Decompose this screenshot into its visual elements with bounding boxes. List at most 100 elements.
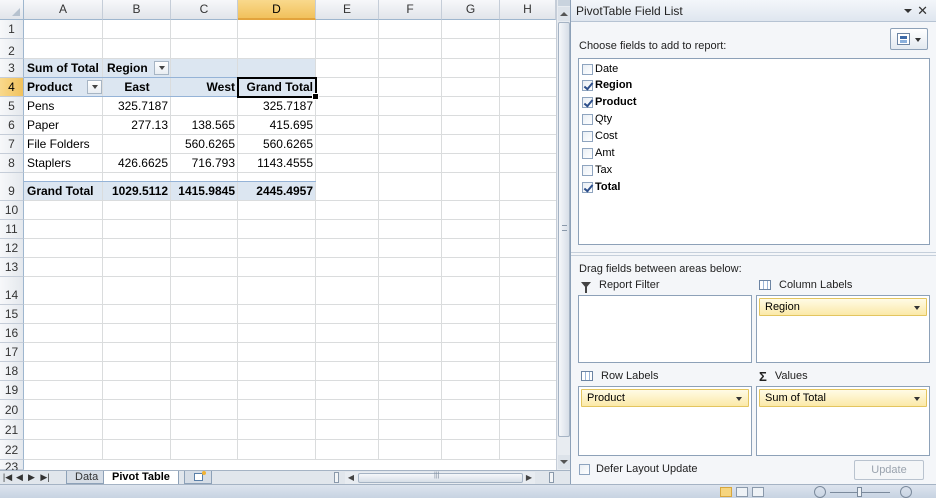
field-checkbox[interactable] bbox=[582, 147, 593, 159]
row-header-15[interactable]: 15 bbox=[0, 305, 24, 324]
pivot-value-cell[interactable]: 277.13 bbox=[103, 117, 171, 134]
field-item-date[interactable]: Date bbox=[582, 61, 618, 77]
field-item-region[interactable]: Region bbox=[582, 77, 632, 93]
pivot-row-label[interactable]: File Folders bbox=[24, 136, 114, 153]
scroll-right-arrow-icon[interactable]: ▶ bbox=[523, 472, 535, 484]
zoom-slider-knob[interactable] bbox=[857, 487, 862, 497]
pane-options-dropdown-icon[interactable] bbox=[904, 9, 912, 13]
column-labels-drop-area[interactable]: Region bbox=[756, 295, 930, 363]
pivot-value-cell[interactable]: 325.7187 bbox=[103, 98, 171, 115]
worksheet-grid[interactable]: A B C D E F G H 1 2 3 4 5 6 7 8 9 10 11 … bbox=[0, 0, 556, 482]
column-header-d[interactable]: D bbox=[238, 0, 316, 20]
row-header-23[interactable]: 23 bbox=[0, 460, 24, 474]
report-filter-drop-area[interactable] bbox=[578, 295, 752, 363]
field-list-layout-button[interactable] bbox=[890, 28, 928, 50]
pivot-value-cell[interactable] bbox=[171, 98, 238, 115]
chevron-down-icon[interactable] bbox=[914, 397, 920, 401]
pivot-row-field-label[interactable]: Product bbox=[24, 79, 84, 96]
insert-sheet-button[interactable] bbox=[184, 471, 212, 484]
row-header-19[interactable]: 19 bbox=[0, 381, 24, 400]
pivot-row-label[interactable]: Pens bbox=[24, 98, 103, 115]
pivot-grand-total-east[interactable]: 1029.5112 bbox=[103, 183, 171, 200]
column-header-a[interactable]: A bbox=[24, 0, 103, 20]
row-header-1[interactable]: 1 bbox=[0, 20, 24, 39]
row-header-17[interactable]: 17 bbox=[0, 343, 24, 362]
row-field-filter-dropdown[interactable] bbox=[87, 80, 102, 94]
close-icon[interactable]: ✕ bbox=[917, 0, 928, 22]
pivot-total-cell[interactable]: 325.7187 bbox=[238, 98, 316, 115]
scroll-up-arrow-icon[interactable] bbox=[558, 7, 570, 21]
column-header-e[interactable]: E bbox=[316, 0, 379, 20]
zoom-in-icon[interactable] bbox=[900, 486, 912, 498]
column-header-g[interactable]: G bbox=[442, 0, 500, 20]
pivot-grand-total-overall[interactable]: 2445.4957 bbox=[238, 183, 316, 200]
row-header-3[interactable]: 3 bbox=[0, 59, 24, 78]
row-header-12[interactable]: 12 bbox=[0, 239, 24, 258]
scroll-left-arrow-icon[interactable]: ◀ bbox=[345, 472, 357, 484]
pane-splitter[interactable] bbox=[571, 252, 936, 256]
pivot-col-header-west[interactable]: West bbox=[171, 79, 238, 96]
column-header-h[interactable]: H bbox=[500, 0, 556, 20]
pivot-value-cell[interactable]: 560.6265 bbox=[171, 136, 238, 153]
defer-layout-update-option[interactable]: Defer Layout Update bbox=[579, 463, 698, 475]
vertical-scroll-thumb[interactable] bbox=[558, 22, 570, 437]
vertical-scrollbar[interactable] bbox=[556, 0, 570, 470]
row-header-16[interactable]: 16 bbox=[0, 324, 24, 343]
pivot-value-cell[interactable]: 716.793 bbox=[171, 155, 238, 172]
row-header-2[interactable]: 2 bbox=[0, 39, 24, 59]
column-field-filter-dropdown[interactable] bbox=[154, 61, 169, 75]
column-labels-field-pill[interactable]: Region bbox=[759, 298, 927, 316]
scroll-down-arrow-icon[interactable] bbox=[558, 455, 570, 469]
row-header-21[interactable]: 21 bbox=[0, 420, 24, 440]
horizontal-scroll-thumb[interactable]: ||| bbox=[358, 472, 523, 483]
row-header-10[interactable]: 10 bbox=[0, 201, 24, 220]
pivot-col-header-east[interactable]: East bbox=[103, 79, 171, 96]
row-header-13[interactable]: 13 bbox=[0, 258, 24, 277]
field-checkbox[interactable] bbox=[582, 130, 593, 142]
pane-title-bar[interactable]: PivotTable Field List bbox=[571, 0, 936, 22]
row-header-14[interactable]: 14 bbox=[0, 277, 24, 305]
row-header-8[interactable]: 8 bbox=[0, 154, 24, 173]
tab-split-handle[interactable] bbox=[334, 472, 339, 483]
prev-sheet-icon[interactable]: ◀ bbox=[14, 472, 25, 483]
pivot-value-cell[interactable] bbox=[103, 136, 171, 153]
field-item-tax[interactable]: Tax bbox=[582, 162, 612, 178]
defer-layout-checkbox[interactable] bbox=[579, 463, 590, 475]
page-layout-view-icon[interactable] bbox=[736, 487, 748, 497]
last-sheet-icon[interactable]: ▶| bbox=[38, 472, 52, 483]
chevron-down-icon[interactable] bbox=[736, 397, 742, 401]
update-button[interactable]: Update bbox=[854, 460, 924, 480]
row-header-20[interactable]: 20 bbox=[0, 400, 24, 420]
pivot-total-cell[interactable]: 560.6265 bbox=[238, 136, 316, 153]
field-checkbox[interactable] bbox=[582, 96, 593, 108]
pivot-total-cell[interactable]: 415.695 bbox=[238, 117, 316, 134]
active-cell-d4[interactable] bbox=[237, 77, 319, 100]
field-item-total[interactable]: Total bbox=[582, 179, 620, 195]
pivot-corner-label[interactable]: Sum of Total bbox=[24, 60, 104, 77]
row-header-11[interactable]: 11 bbox=[0, 220, 24, 239]
column-header-f[interactable]: F bbox=[379, 0, 442, 20]
row-labels-drop-area[interactable]: Product bbox=[578, 386, 752, 456]
row-header-7[interactable]: 7 bbox=[0, 135, 24, 154]
zoom-out-icon[interactable] bbox=[814, 486, 826, 498]
sheet-tab-pivot-table[interactable]: Pivot Table bbox=[103, 471, 179, 485]
field-checkbox[interactable] bbox=[582, 164, 593, 176]
field-item-qty[interactable]: Qty bbox=[582, 111, 612, 127]
pivot-row-label[interactable]: Staplers bbox=[24, 155, 103, 172]
page-break-view-icon[interactable] bbox=[752, 487, 764, 497]
row-labels-field-pill[interactable]: Product bbox=[581, 389, 749, 407]
row-header-22[interactable]: 22 bbox=[0, 440, 24, 460]
split-handle[interactable] bbox=[558, 0, 570, 6]
field-checkbox[interactable] bbox=[582, 63, 593, 75]
field-checkbox[interactable] bbox=[582, 79, 593, 91]
pivot-value-cell[interactable]: 138.565 bbox=[171, 117, 238, 134]
field-checkbox[interactable] bbox=[582, 113, 593, 125]
pivot-value-cell[interactable]: 426.6625 bbox=[103, 155, 171, 172]
field-list-box[interactable]: Date Region Product Qty Cost Amt Tax Tot… bbox=[578, 58, 930, 245]
column-header-b[interactable]: B bbox=[103, 0, 171, 20]
chevron-down-icon[interactable] bbox=[914, 306, 920, 310]
values-drop-area[interactable]: Sum of Total bbox=[756, 386, 930, 456]
row-header-4[interactable]: 4 bbox=[0, 78, 24, 97]
pivot-grand-total-west[interactable]: 1415.9845 bbox=[171, 183, 238, 200]
row-header-18[interactable]: 18 bbox=[0, 362, 24, 381]
